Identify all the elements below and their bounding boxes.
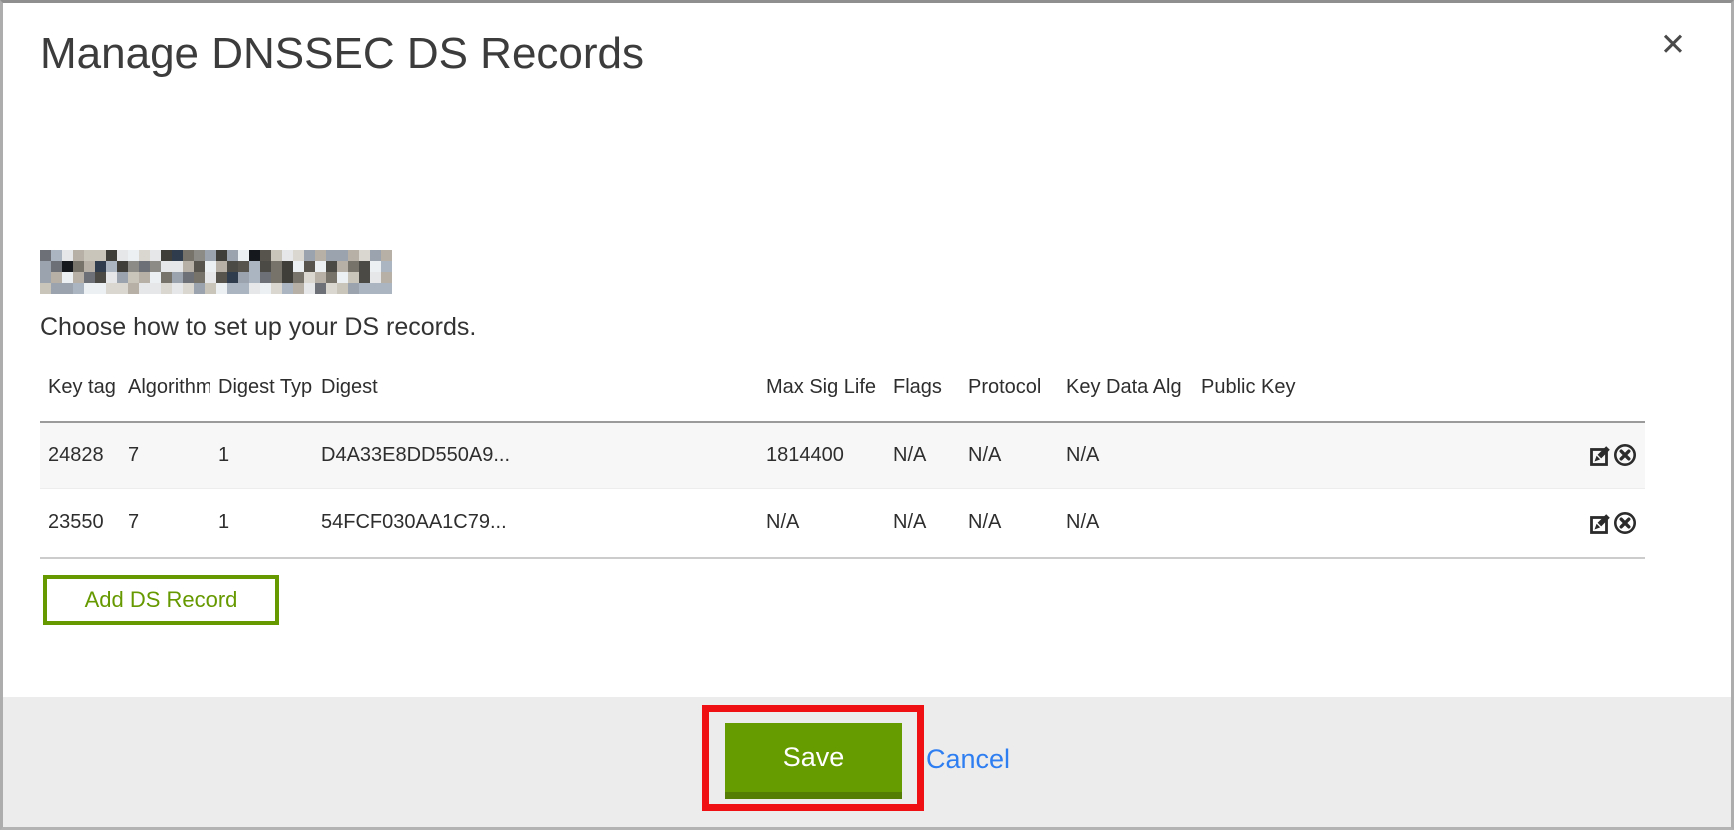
column-header-public-key: Public Key <box>1193 368 1573 422</box>
cell-protocol: N/A <box>960 422 1058 488</box>
edit-record-icon[interactable] <box>1589 443 1613 467</box>
cell-digest-type: 1 <box>210 422 313 488</box>
modal-title: Manage DNSSEC DS Records <box>40 29 644 79</box>
cell-public-key <box>1193 488 1573 558</box>
delete-record-icon[interactable] <box>1613 511 1637 535</box>
cell-algorithm: 7 <box>120 422 210 488</box>
instruction-text: Choose how to set up your DS records. <box>40 313 476 342</box>
cell-digest: D4A33E8DD550A9... <box>313 422 758 488</box>
cancel-link[interactable]: Cancel <box>926 744 1010 775</box>
column-header-max-sig-life: Max Sig Life <box>758 368 885 422</box>
table-row: 23550 7 1 54FCF030AA1C79... N/A N/A N/A … <box>40 488 1645 558</box>
column-header-flags: Flags <box>885 368 960 422</box>
annotation-highlight-box: Save <box>702 705 924 811</box>
cell-key-data-alg: N/A <box>1058 488 1193 558</box>
dnssec-ds-records-modal: ✕ Manage DNSSEC DS Records Choose how to… <box>0 0 1734 830</box>
close-icon[interactable]: ✕ <box>1660 29 1686 60</box>
cell-flags: N/A <box>885 488 960 558</box>
table-row: 24828 7 1 D4A33E8DD550A9... 1814400 N/A … <box>40 422 1645 488</box>
column-header-key-tag: Key tag <box>40 368 120 422</box>
redacted-domain-name <box>40 250 392 294</box>
row-actions <box>1573 422 1645 488</box>
add-ds-record-button[interactable]: Add DS Record <box>43 575 279 625</box>
cell-public-key <box>1193 422 1573 488</box>
ds-records-table: Key tag Algorithm Digest Type Digest Max… <box>40 368 1645 559</box>
cell-max-sig-life: N/A <box>758 488 885 558</box>
cell-algorithm: 7 <box>120 488 210 558</box>
edit-record-icon[interactable] <box>1589 511 1613 535</box>
cell-key-data-alg: N/A <box>1058 422 1193 488</box>
column-header-key-data-alg: Key Data Alg <box>1058 368 1193 422</box>
column-header-actions <box>1573 368 1645 422</box>
cell-digest-type: 1 <box>210 488 313 558</box>
cell-key-tag: 24828 <box>40 422 120 488</box>
cell-digest: 54FCF030AA1C79... <box>313 488 758 558</box>
modal-footer: Save Cancel <box>3 697 1731 827</box>
cell-max-sig-life: 1814400 <box>758 422 885 488</box>
cell-key-tag: 23550 <box>40 488 120 558</box>
cell-flags: N/A <box>885 422 960 488</box>
table-header-row: Key tag Algorithm Digest Type Digest Max… <box>40 368 1645 422</box>
row-actions <box>1573 488 1645 558</box>
column-header-protocol: Protocol <box>960 368 1058 422</box>
column-header-digest: Digest <box>313 368 758 422</box>
save-button[interactable]: Save <box>725 723 902 799</box>
delete-record-icon[interactable] <box>1613 443 1637 467</box>
column-header-digest-type: Digest Type <box>210 368 313 422</box>
cell-protocol: N/A <box>960 488 1058 558</box>
column-header-algorithm: Algorithm <box>120 368 210 422</box>
